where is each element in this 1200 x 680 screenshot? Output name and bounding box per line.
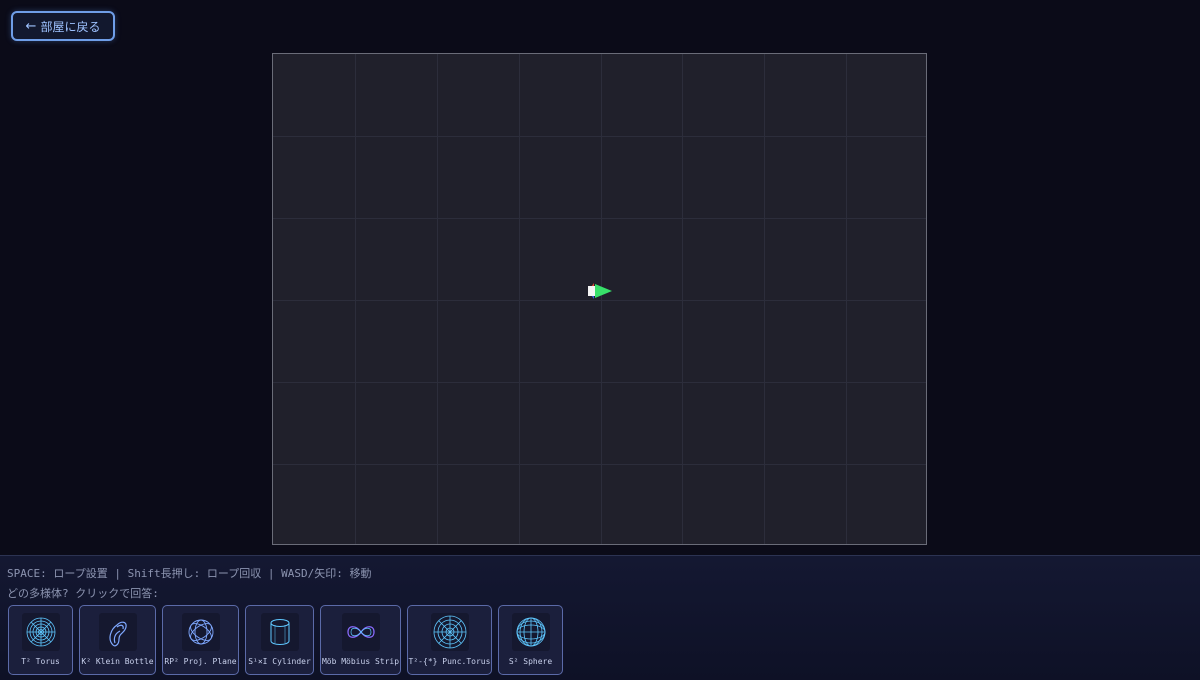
grid-svg [273, 54, 926, 544]
choice-sphere[interactable]: S² Sphere [498, 605, 563, 675]
bottom-panel: SPACE: ロープ設置 | Shift長押し: ロープ回収 | WASD/矢印… [0, 555, 1200, 680]
choice-mobius-strip[interactable]: Möb Möbius Strip [320, 605, 401, 675]
mobius-strip-icon [341, 613, 380, 651]
choice-torus[interactable]: T² Torus [8, 605, 73, 675]
choice-label: RP² Proj. Plane [164, 657, 237, 666]
choice-label: T²-{*} Punc.Torus [408, 657, 491, 666]
back-arrow-icon: ← [25, 18, 37, 34]
back-button-label: 部屋に戻る [40, 19, 101, 34]
torus-icon [21, 613, 60, 651]
player-arrow-icon [588, 283, 612, 299]
question-prompt: どの多様体? クリックで回答: [7, 587, 159, 600]
choice-label: Möb Möbius Strip [321, 657, 400, 666]
sphere-icon [511, 613, 550, 651]
punctured-torus-icon [430, 613, 469, 651]
projective-plane-icon [181, 613, 220, 651]
game-screen: ← 部屋に戻る SPACE: ロープ設置 | Shift長押し: ロープ回収 |… [0, 0, 1200, 680]
choice-label: K² Klein Bottle [81, 657, 154, 666]
controls-help-text: SPACE: ロープ設置 | Shift長押し: ロープ回収 | WASD/矢印… [7, 567, 372, 580]
choice-klein-bottle[interactable]: K² Klein Bottle [79, 605, 156, 675]
choice-punctured-torus[interactable]: T²-{*} Punc.Torus [407, 605, 492, 675]
choice-projective-plane[interactable]: RP² Proj. Plane [162, 605, 239, 675]
choice-label: T² Torus [21, 657, 60, 666]
answer-choices: T² Torus K² Klein Bottle RP² Proj. Plane… [8, 605, 563, 675]
back-to-room-button[interactable]: ← 部屋に戻る [11, 11, 115, 41]
choice-label: S² Sphere [508, 657, 553, 666]
choice-label: S¹×I Cylinder [248, 657, 311, 666]
klein-bottle-icon [98, 613, 137, 651]
cylinder-icon [260, 613, 299, 651]
game-canvas[interactable] [272, 53, 927, 545]
choice-cylinder[interactable]: S¹×I Cylinder [245, 605, 314, 675]
